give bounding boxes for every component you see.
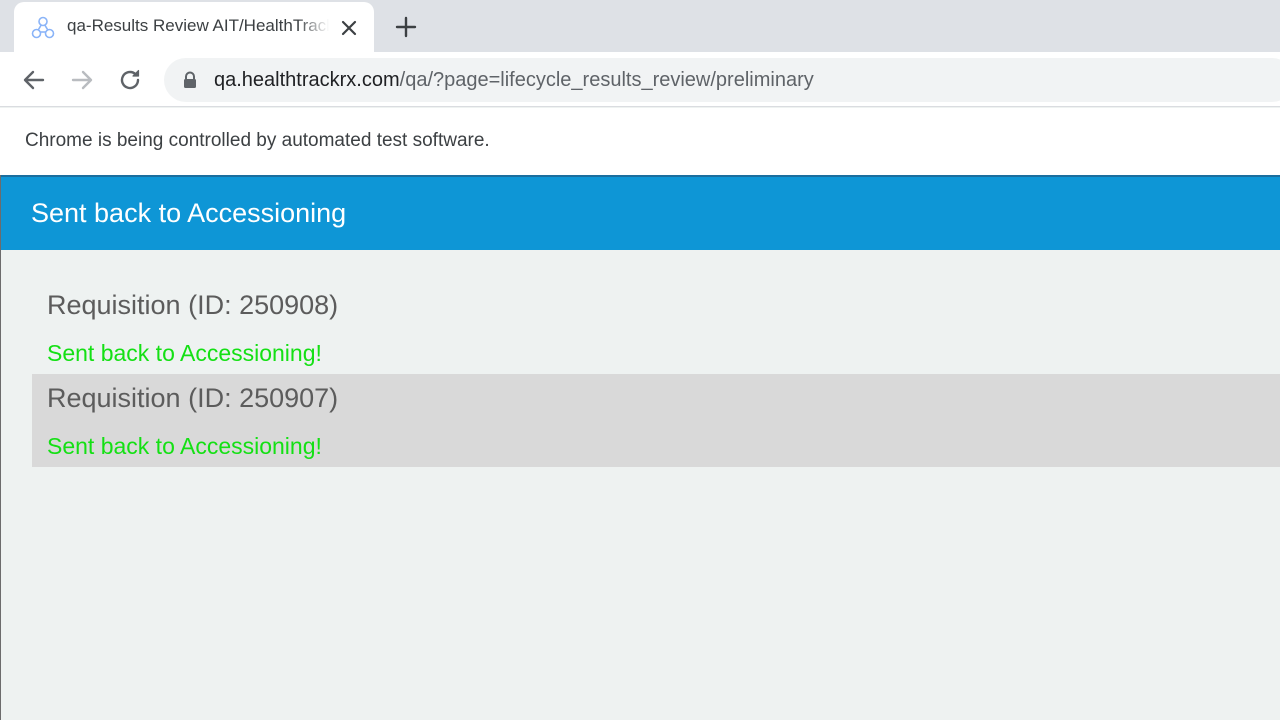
browser-toolbar: qa.healthtrackrx.com/qa/?page=lifecycle_…	[0, 52, 1280, 107]
url-host: qa.healthtrackrx.com	[214, 69, 400, 91]
page-content: Sent back to Accessioning Requisition (I…	[0, 175, 1280, 720]
close-icon[interactable]	[337, 16, 361, 40]
requisition-status: Sent back to Accessioning!	[47, 433, 322, 459]
automation-notice: Chrome is being controlled by automated …	[25, 130, 490, 151]
page-header: Sent back to Accessioning	[1, 175, 1280, 250]
tab-title: qa-Results Review AIT/HealthTrackRx	[67, 16, 329, 35]
page-title: Sent back to Accessioning	[31, 198, 347, 228]
requisition-item: Requisition (ID: 250908) Sent back to Ac…	[32, 281, 1280, 374]
back-arrow-icon[interactable]	[18, 64, 50, 96]
url-path: /qa/?page=lifecycle_results_review/preli…	[399, 69, 814, 91]
browser-tab-strip: qa-Results Review AIT/HealthTrackRx	[0, 0, 1280, 52]
browser-tab[interactable]: qa-Results Review AIT/HealthTrackRx	[14, 2, 374, 52]
requisition-title: Requisition (ID: 250907)	[47, 383, 339, 413]
forward-arrow-icon[interactable]	[66, 64, 98, 96]
requisition-list: Requisition (ID: 250908) Sent back to Ac…	[32, 281, 1280, 467]
requisition-status: Sent back to Accessioning!	[47, 340, 322, 366]
molecule-icon	[30, 15, 56, 41]
requisition-title: Requisition (ID: 250908)	[47, 290, 339, 320]
reload-icon[interactable]	[114, 64, 146, 96]
url-text[interactable]: qa.healthtrackrx.com/qa/?page=lifecycle_…	[214, 69, 814, 92]
requisition-item: Requisition (ID: 250907) Sent back to Ac…	[32, 374, 1280, 467]
address-bar[interactable]: qa.healthtrackrx.com/qa/?page=lifecycle_…	[164, 58, 1280, 102]
new-tab-icon[interactable]	[392, 13, 420, 41]
automation-infobar: Chrome is being controlled by automated …	[0, 108, 1280, 175]
lock-icon[interactable]	[182, 71, 198, 89]
